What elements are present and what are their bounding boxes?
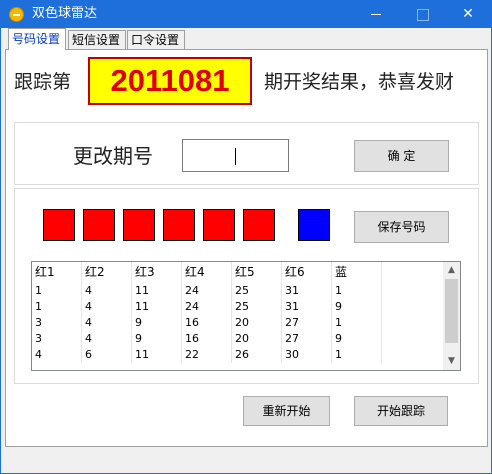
table-cell: 31 [282, 283, 332, 299]
blue-ball[interactable] [298, 209, 330, 241]
table-row[interactable]: 4 6 11 22 26 30 1 [32, 347, 444, 363]
table-row[interactable]: 1 4 11 24 25 31 9 [32, 299, 444, 315]
table-cell: 9 [332, 331, 382, 347]
scroll-down-icon[interactable]: ▼ [443, 353, 460, 370]
table-cell-filler [382, 331, 444, 347]
red-ball-1[interactable] [43, 209, 75, 241]
table-cell: 16 [182, 331, 232, 347]
track-suffix-label: 期开奖结果，恭喜发财 [264, 71, 455, 93]
table-cell-filler [382, 347, 444, 363]
table-cell: 1 [332, 315, 382, 331]
table-cell: 26 [232, 347, 282, 363]
table-cell-filler [382, 299, 444, 315]
red-ball-4[interactable] [163, 209, 195, 241]
table-cell: 11 [132, 299, 182, 315]
save-numbers-button[interactable]: 保存号码 [354, 211, 449, 243]
start-tracking-button[interactable]: 开始跟踪 [354, 396, 448, 426]
table-cell: 1 [32, 299, 82, 315]
column-header-red1[interactable]: 红1 [32, 262, 82, 283]
column-header-red5[interactable]: 红5 [232, 262, 282, 283]
table-cell-filler [382, 315, 444, 331]
change-issue-group: 更改期号 确 定 [14, 122, 479, 185]
close-button[interactable]: ✕ [445, 1, 491, 28]
table-row[interactable]: 3 4 9 16 20 27 1 [32, 315, 444, 331]
tab-panel-number-settings: 跟踪第 2011081 期开奖结果，恭喜发财 更改期号 确 定 保存号码 红1 [5, 49, 488, 447]
numbers-group: 保存号码 红1 红2 红3 红4 红5 红6 蓝 1 4 11 24 25 31… [14, 188, 479, 384]
app-window: 双色球雷达 ✕ 号码设置 短信设置 口令设置 跟踪第 2011081 期开奖结果… [0, 0, 492, 474]
red-ball-6[interactable] [243, 209, 275, 241]
tab-sms-settings[interactable]: 短信设置 [68, 30, 126, 50]
column-header-red2[interactable]: 红2 [82, 262, 132, 283]
tab-number-settings[interactable]: 号码设置 [8, 28, 66, 50]
table-cell: 4 [82, 299, 132, 315]
restart-button[interactable]: 重新开始 [243, 396, 330, 426]
table-cell: 22 [182, 347, 232, 363]
table-cell: 4 [82, 283, 132, 299]
scroll-up-icon[interactable]: ▲ [443, 262, 460, 279]
table-cell: 11 [132, 283, 182, 299]
red-ball-2[interactable] [83, 209, 115, 241]
table-cell: 30 [282, 347, 332, 363]
text-caret [235, 148, 236, 165]
column-header-red6[interactable]: 红6 [282, 262, 332, 283]
confirm-button[interactable]: 确 定 [354, 140, 449, 172]
table-cell: 4 [82, 331, 132, 347]
title-bar[interactable]: 双色球雷达 ✕ [1, 1, 491, 28]
table-cell: 20 [232, 315, 282, 331]
maximize-button [399, 1, 445, 28]
track-prefix-label: 跟踪第 [14, 71, 72, 93]
table-cell: 16 [182, 315, 232, 331]
table-cell: 1 [332, 283, 382, 299]
issue-input[interactable] [182, 139, 289, 172]
table-cell: 6 [82, 347, 132, 363]
issue-number-display: 2011081 [88, 57, 252, 105]
red-ball-3[interactable] [123, 209, 155, 241]
table-row[interactable]: 1 4 11 24 25 31 1 [32, 283, 444, 299]
table-body: 1 4 11 24 25 31 1 1 4 11 24 25 31 9 3 4 … [32, 283, 444, 363]
table-cell: 1 [32, 283, 82, 299]
table-cell: 3 [32, 331, 82, 347]
table-cell: 1 [332, 347, 382, 363]
tab-bar: 号码设置 短信设置 口令设置 [5, 28, 489, 50]
table-cell: 27 [282, 331, 332, 347]
table-header: 红1 红2 红3 红4 红5 红6 蓝 [32, 262, 444, 283]
scrollbar-thumb[interactable] [445, 279, 458, 343]
column-header-filler [382, 262, 444, 283]
table-row[interactable]: 3 4 9 16 20 27 9 [32, 331, 444, 347]
table-cell-filler [382, 283, 444, 299]
table-cell: 4 [82, 315, 132, 331]
table-cell: 9 [332, 299, 382, 315]
table-cell: 9 [132, 315, 182, 331]
change-issue-label: 更改期号 [73, 144, 153, 168]
vertical-scrollbar[interactable]: ▲ ▼ [443, 262, 460, 370]
numbers-table[interactable]: 红1 红2 红3 红4 红5 红6 蓝 1 4 11 24 25 31 1 1 … [31, 261, 461, 371]
table-cell: 25 [232, 299, 282, 315]
table-cell: 24 [182, 283, 232, 299]
table-cell: 20 [232, 331, 282, 347]
table-cell: 27 [282, 315, 332, 331]
tab-password-settings[interactable]: 口令设置 [127, 30, 185, 50]
table-cell: 25 [232, 283, 282, 299]
column-header-red4[interactable]: 红4 [182, 262, 232, 283]
app-circle-icon [9, 7, 24, 22]
table-cell: 4 [32, 347, 82, 363]
window-title: 双色球雷达 [32, 6, 98, 21]
column-header-blue[interactable]: 蓝 [332, 262, 382, 283]
red-ball-5[interactable] [203, 209, 235, 241]
column-header-red3[interactable]: 红3 [132, 262, 182, 283]
table-cell: 31 [282, 299, 332, 315]
minimize-button[interactable] [353, 1, 399, 28]
table-cell: 9 [132, 331, 182, 347]
table-cell: 3 [32, 315, 82, 331]
table-cell: 11 [132, 347, 182, 363]
table-cell: 24 [182, 299, 232, 315]
